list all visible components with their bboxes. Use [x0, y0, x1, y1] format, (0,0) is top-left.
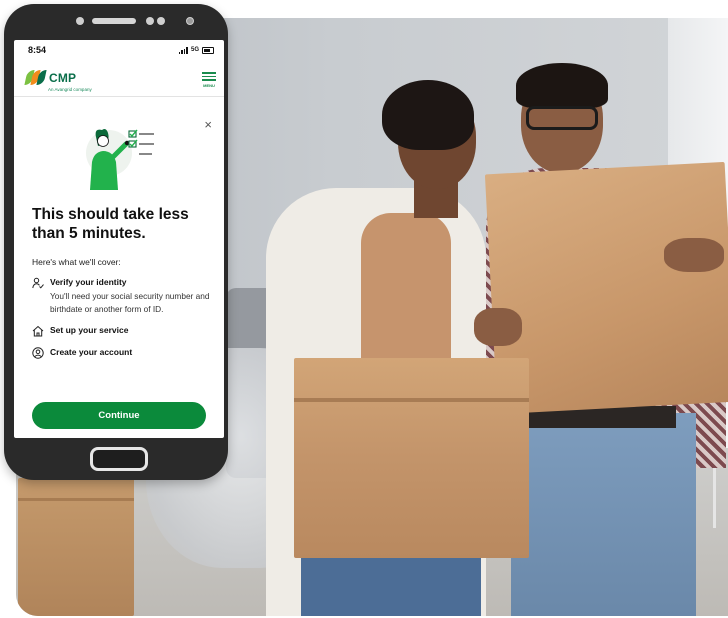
status-icons: 5G	[178, 46, 214, 54]
brand-logo[interactable]: CMP	[24, 70, 77, 86]
photo-box-woman	[294, 358, 529, 558]
status-time: 8:54	[28, 45, 47, 55]
close-icon[interactable]: ×	[204, 118, 212, 131]
phone-top-bezel	[4, 4, 228, 42]
menu-label: MENU	[203, 82, 215, 88]
network-label: 5G	[190, 47, 199, 53]
phone-screen: 8:54 5G CMP An Avangrid company MENU × T…	[14, 40, 224, 438]
step-title: Verify your identity	[50, 277, 127, 287]
home-icon	[32, 325, 44, 337]
phone-front-camera	[186, 17, 194, 25]
battery-icon	[202, 46, 214, 54]
page-title: This should take less than 5 minutes.	[32, 206, 189, 242]
photo-floor-box	[18, 478, 134, 616]
continue-button[interactable]: Continue	[32, 402, 206, 429]
photo-man-jeans	[511, 413, 696, 616]
step-set-up-service: Set up your service	[32, 325, 212, 337]
phone-sensor-dot-2	[157, 17, 165, 25]
brand-tagline: An Avangrid company	[48, 87, 92, 92]
phone-camera-dot	[76, 17, 84, 25]
step-description: You'll need your social security number …	[50, 291, 210, 314]
step-title: Create your account	[50, 347, 133, 357]
step-title: Set up your service	[50, 325, 129, 335]
brand-name: CMP	[49, 71, 77, 85]
photo-man-hair	[516, 63, 608, 108]
phone-speaker	[92, 18, 136, 24]
phone-mockup: 8:54 5G CMP An Avangrid company MENU × T…	[4, 4, 228, 480]
verify-identity-icon	[32, 277, 44, 289]
photo-man-glasses	[526, 106, 598, 130]
status-bar: 8:54 5G	[14, 40, 224, 60]
app-header: CMP An Avangrid company MENU	[14, 60, 224, 97]
photo-man-hand-left	[474, 308, 522, 346]
phone-home-button	[90, 447, 148, 471]
signal-icon	[178, 46, 188, 54]
phone-sensor-dot	[146, 17, 154, 25]
menu-button[interactable]: MENU	[202, 70, 216, 88]
step-create-account: Create your account	[32, 347, 212, 359]
onboarding-content: This should take less than 5 minutes. He…	[32, 205, 212, 359]
account-icon	[32, 347, 44, 359]
photo-woman-hair	[382, 80, 474, 150]
checklist-illustration-icon	[86, 129, 154, 190]
intro-text: Here's what we'll cover:	[32, 257, 121, 267]
photo-man-hand	[664, 238, 724, 272]
step-verify-identity: Verify your identity You'll need your so…	[32, 277, 212, 315]
brand-logo-mark-icon	[24, 70, 47, 86]
hamburger-icon	[202, 72, 216, 81]
